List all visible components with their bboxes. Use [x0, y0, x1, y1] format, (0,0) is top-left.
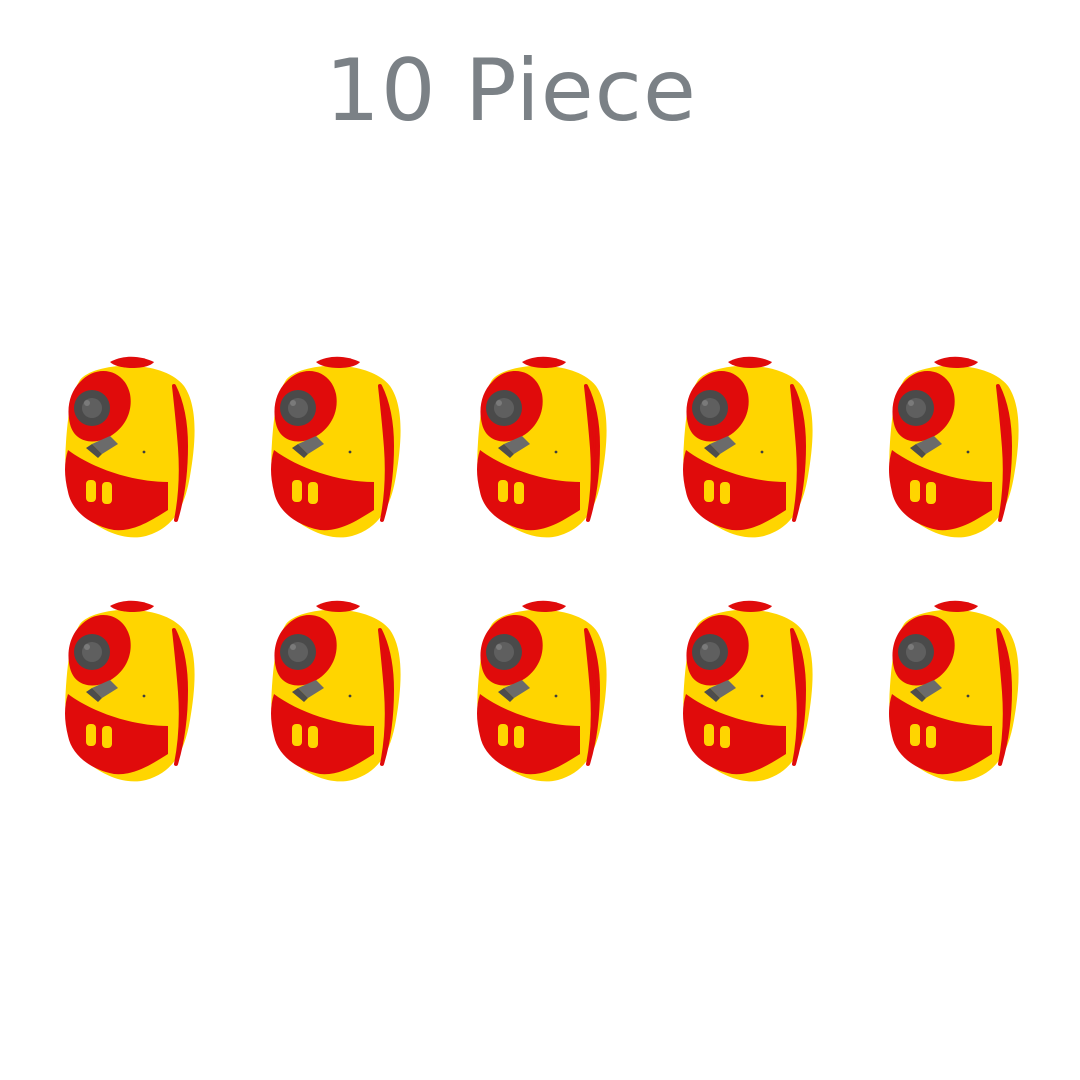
product-item — [680, 594, 816, 784]
kids-camera-icon — [268, 594, 404, 784]
kids-camera-icon — [268, 350, 404, 540]
kids-camera-icon — [680, 594, 816, 784]
product-item — [62, 350, 198, 540]
page-title: 10 Piece — [325, 41, 697, 141]
product-grid — [62, 350, 1028, 790]
kids-camera-icon — [62, 594, 198, 784]
kids-camera-icon — [680, 350, 816, 540]
product-item — [886, 594, 1022, 784]
product-item — [62, 594, 198, 784]
product-item — [886, 350, 1022, 540]
product-item — [474, 594, 610, 784]
product-item — [268, 594, 404, 784]
product-item — [268, 350, 404, 540]
kids-camera-icon — [886, 350, 1022, 540]
kids-camera-icon — [474, 594, 610, 784]
kids-camera-icon — [886, 594, 1022, 784]
kids-camera-icon — [62, 350, 198, 540]
product-item — [474, 350, 610, 540]
product-item — [680, 350, 816, 540]
kids-camera-icon — [474, 350, 610, 540]
